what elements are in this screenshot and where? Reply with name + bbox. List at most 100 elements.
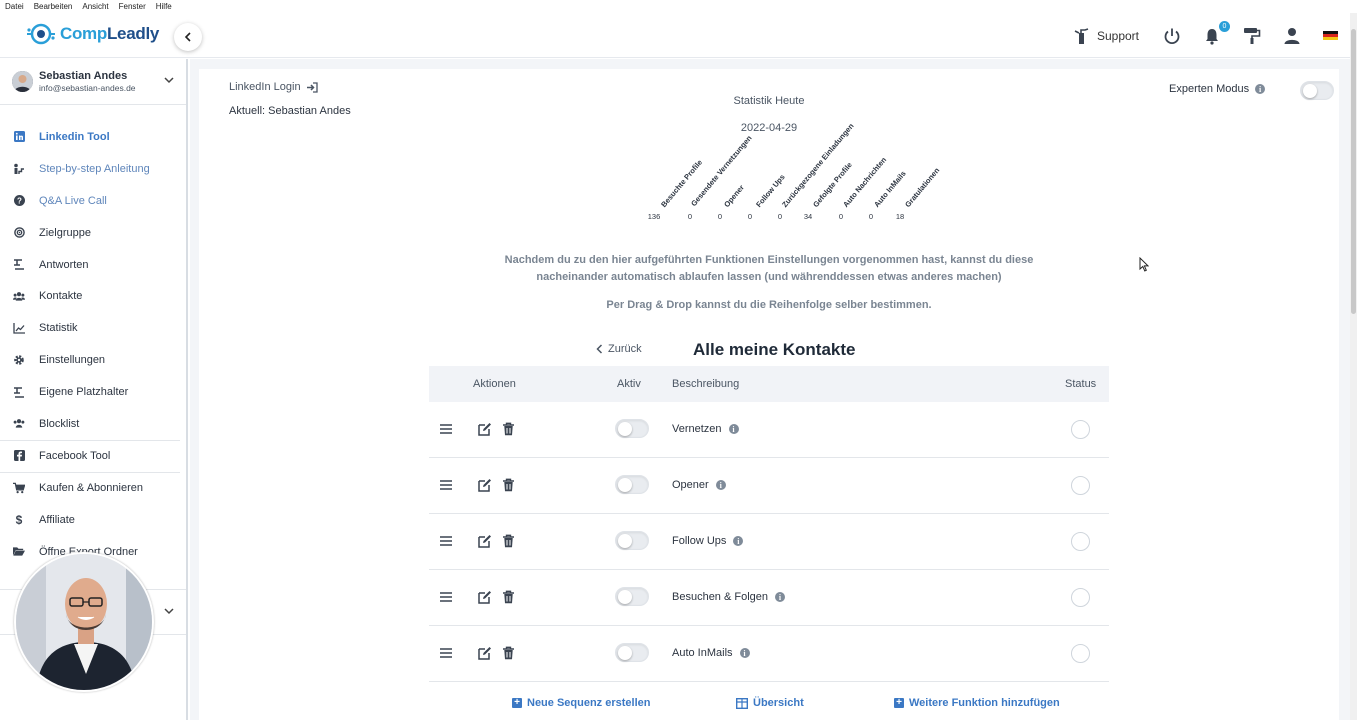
sidebar-collapse-button[interactable] bbox=[174, 23, 202, 51]
status-indicator bbox=[1071, 532, 1090, 551]
drag-handle-icon[interactable] bbox=[440, 536, 452, 546]
sidebar-item-antworten[interactable]: Antworten bbox=[0, 249, 186, 281]
os-menu-fenster[interactable]: Fenster bbox=[119, 2, 146, 11]
edit-icon[interactable] bbox=[478, 590, 492, 604]
app-logo[interactable]: CompLeadly bbox=[26, 21, 159, 47]
os-menu-bearbeiten[interactable]: Bearbeiten bbox=[34, 2, 73, 11]
chevron-down-icon[interactable] bbox=[164, 606, 174, 616]
top-header: CompLeadly Support 0 bbox=[0, 13, 1350, 58]
table-row[interactable]: Vernetzen i bbox=[429, 402, 1109, 458]
status-indicator bbox=[1071, 644, 1090, 663]
table-row[interactable]: Opener i bbox=[429, 458, 1109, 514]
stat-value: 18 bbox=[895, 212, 905, 221]
linkedin-icon bbox=[13, 131, 25, 143]
back-link[interactable]: Zurück bbox=[596, 343, 642, 355]
drag-handle-icon[interactable] bbox=[440, 480, 452, 490]
sidebar-item-affiliate[interactable]: $ Affiliate bbox=[0, 504, 186, 536]
os-menu-ansicht[interactable]: Ansicht bbox=[82, 2, 108, 11]
sidebar-item-step-by-step[interactable]: Step-by-step Anleitung bbox=[0, 153, 186, 185]
paint-roller-button[interactable] bbox=[1243, 27, 1261, 45]
info-icon[interactable]: i bbox=[728, 424, 739, 434]
mouse-cursor-icon bbox=[1139, 257, 1149, 272]
sidebar-item-label: Kontakte bbox=[39, 290, 83, 303]
expert-mode: Experten Modus i bbox=[1169, 81, 1334, 100]
sidebar-item-kontakte[interactable]: Kontakte bbox=[0, 280, 186, 312]
sidebar-item-label: Step-by-step Anleitung bbox=[39, 162, 150, 175]
sidebar-item-linkedin-tool[interactable]: Linkedin Tool bbox=[0, 121, 186, 153]
info-icon[interactable]: i bbox=[1255, 84, 1266, 94]
svg-text:?: ? bbox=[17, 197, 22, 206]
table-row[interactable]: Besuchen & Folgen i bbox=[429, 570, 1109, 626]
sidebar-item-kaufen-abonnieren[interactable]: Kaufen & Abonnieren bbox=[0, 471, 186, 504]
drag-handle-icon[interactable] bbox=[440, 592, 452, 602]
table-icon bbox=[736, 697, 748, 709]
logo-text-part2: Leadly bbox=[106, 24, 160, 43]
row-description: Besuchen & Folgen i bbox=[672, 591, 786, 603]
language-selector[interactable] bbox=[1323, 30, 1338, 41]
plus-square-icon: + bbox=[894, 698, 904, 708]
sidebar-item-label: Kaufen & Abonnieren bbox=[39, 481, 143, 494]
stat-title: Statistik Heute bbox=[733, 95, 805, 107]
active-toggle[interactable] bbox=[615, 419, 649, 438]
edit-icon[interactable] bbox=[478, 422, 492, 436]
info-icon[interactable]: i bbox=[733, 536, 744, 546]
chevron-left-icon bbox=[596, 344, 603, 354]
col-header-status: Status bbox=[1065, 378, 1097, 390]
stat-value: 0 bbox=[747, 212, 753, 221]
trash-icon[interactable] bbox=[502, 422, 515, 436]
logo-mark-icon bbox=[26, 21, 56, 47]
sidebar-item-statistik[interactable]: Statistik bbox=[0, 312, 186, 344]
sidebar-nav: Linkedin Tool Step-by-step Anleitung ? Q… bbox=[0, 105, 186, 567]
sidebar-item-label: Blocklist bbox=[39, 417, 80, 430]
logo-text: CompLeadly bbox=[60, 24, 159, 44]
notifications-button[interactable]: 0 bbox=[1203, 20, 1230, 45]
support-button[interactable]: Support bbox=[1073, 27, 1139, 45]
active-toggle[interactable] bbox=[615, 531, 649, 550]
os-menu-hilfe[interactable]: Hilfe bbox=[156, 2, 172, 11]
table-row[interactable]: Auto InMails i bbox=[429, 626, 1109, 682]
sidebar-item-facebook-tool[interactable]: Facebook Tool bbox=[0, 439, 186, 472]
sidebar-item-label: Q&A Live Call bbox=[39, 194, 107, 207]
trash-icon[interactable] bbox=[502, 534, 515, 548]
scrollbar-thumb[interactable] bbox=[1351, 29, 1356, 314]
sidebar-item-einstellungen[interactable]: Einstellungen bbox=[0, 344, 186, 376]
chevron-down-icon[interactable] bbox=[164, 75, 174, 85]
page-scrollbar[interactable] bbox=[1350, 13, 1357, 720]
drag-handle-icon[interactable] bbox=[440, 424, 452, 434]
sidebar-item-zielgruppe[interactable]: Zielgruppe bbox=[0, 217, 186, 249]
active-toggle[interactable] bbox=[615, 475, 649, 494]
sidebar-item-blocklist[interactable]: Blocklist bbox=[0, 408, 186, 440]
block-users-icon bbox=[13, 418, 25, 430]
active-toggle[interactable] bbox=[615, 643, 649, 662]
info-icon[interactable]: i bbox=[715, 480, 726, 490]
active-toggle[interactable] bbox=[615, 587, 649, 606]
steps-icon bbox=[13, 163, 25, 175]
info-icon[interactable]: i bbox=[775, 592, 786, 602]
linkedin-login-link[interactable]: LinkedIn Login bbox=[229, 81, 318, 93]
fire-extinguisher-icon bbox=[1074, 27, 1089, 44]
trash-icon[interactable] bbox=[502, 590, 515, 604]
expert-mode-toggle[interactable] bbox=[1300, 81, 1334, 100]
user-profile-box[interactable]: Sebastian Andes info@sebastian-andes.de bbox=[0, 59, 186, 105]
info-icon[interactable]: i bbox=[739, 648, 750, 658]
trash-icon[interactable] bbox=[502, 646, 515, 660]
os-menu-datei[interactable]: Datei bbox=[5, 2, 24, 11]
sidebar-item-eigene-platzhalter[interactable]: Eigene Platzhalter bbox=[0, 376, 186, 408]
profile-button[interactable] bbox=[1283, 27, 1301, 45]
row-description-label: Follow Ups bbox=[672, 535, 727, 547]
trash-icon[interactable] bbox=[502, 478, 515, 492]
edit-icon[interactable] bbox=[478, 478, 492, 492]
folder-icon bbox=[13, 546, 25, 558]
logout-button[interactable] bbox=[1163, 27, 1181, 45]
table-row[interactable]: Follow Ups i bbox=[429, 514, 1109, 570]
new-sequence-button[interactable]: + Neue Sequenz erstellen bbox=[512, 697, 651, 709]
overview-button[interactable]: Übersicht bbox=[736, 697, 804, 709]
notification-badge: 0 bbox=[1219, 20, 1230, 32]
edit-icon[interactable] bbox=[478, 646, 492, 660]
sidebar-item-qa-live-call[interactable]: ? Q&A Live Call bbox=[0, 185, 186, 217]
drag-handle-icon[interactable] bbox=[440, 648, 452, 658]
add-function-button[interactable]: + Weitere Funktion hinzufügen bbox=[894, 697, 1060, 709]
new-sequence-label: Neue Sequenz erstellen bbox=[527, 697, 651, 709]
stat-value: 34 bbox=[803, 212, 813, 221]
edit-icon[interactable] bbox=[478, 534, 492, 548]
